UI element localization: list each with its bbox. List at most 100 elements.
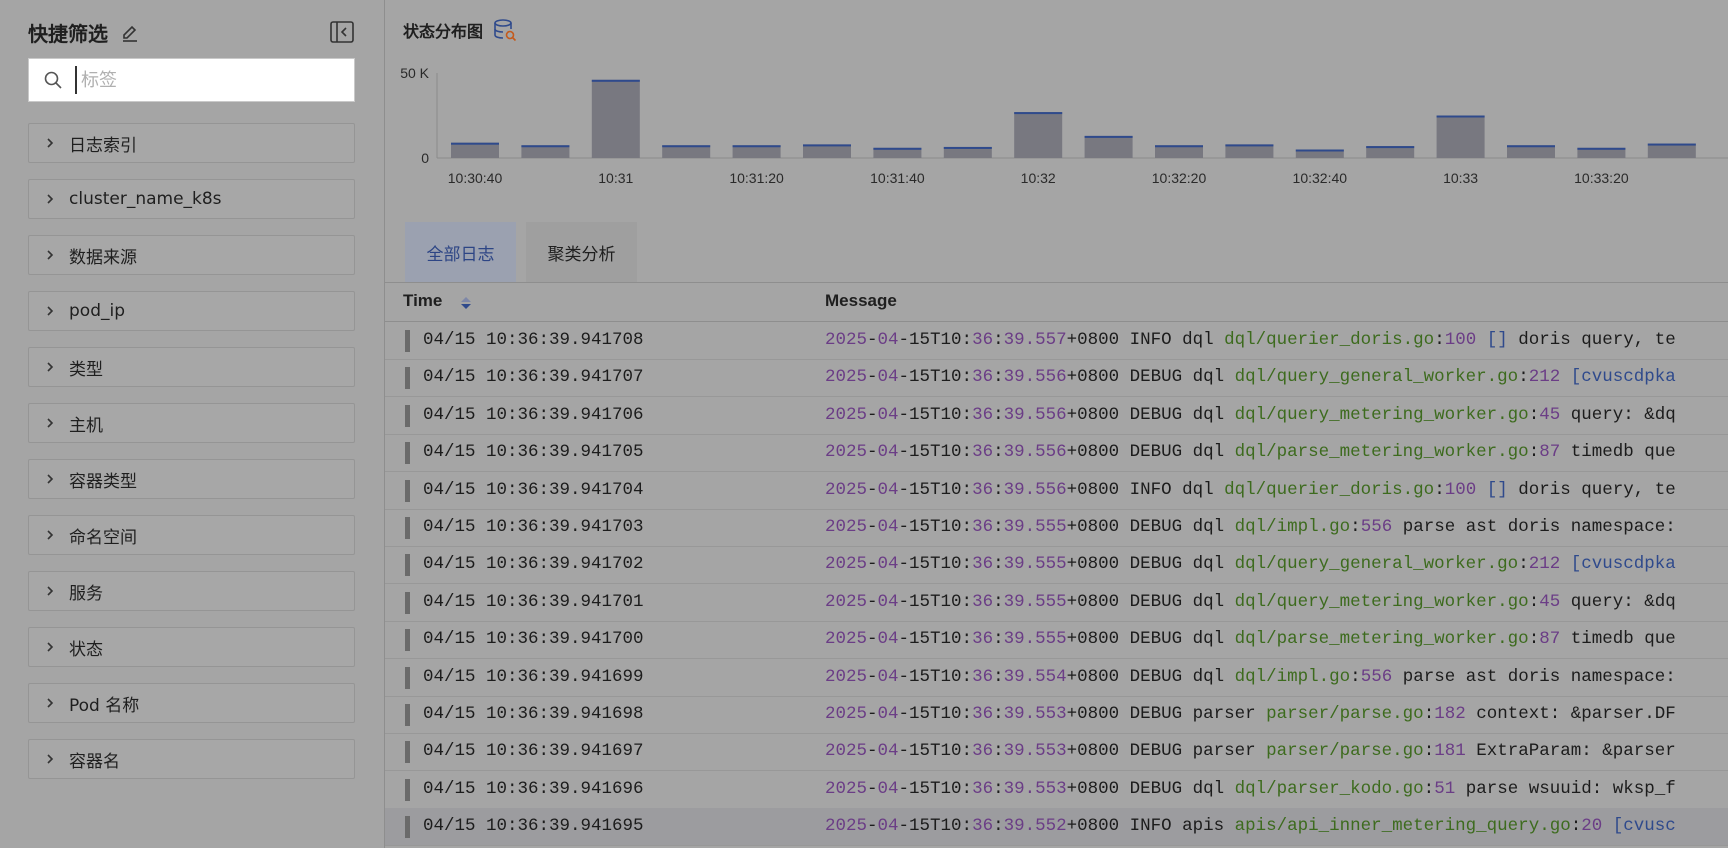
chart-bar[interactable] bbox=[803, 144, 851, 158]
log-message-segment: 2025 bbox=[825, 404, 868, 425]
filter-item[interactable]: 状态 bbox=[28, 627, 355, 667]
log-time: 04/15 10:36:39.941700 bbox=[423, 629, 644, 650]
filter-item-label: 日志索引 bbox=[69, 135, 137, 156]
chart-title: 状态分布图 bbox=[403, 22, 484, 41]
log-message-segment: 36 bbox=[972, 367, 994, 388]
main-panel: 状态分布图 50 K 0 10:30:40 10:31 10:31:20 10:31:40… bbox=[385, 0, 1728, 848]
log-message: 2025-04-15T10:36:39.556+0800 DEBUG dql d… bbox=[825, 405, 1676, 425]
filter-item[interactable]: 命名空间 bbox=[28, 515, 355, 555]
filter-item[interactable]: 主机 bbox=[28, 403, 355, 443]
log-message-segment: : bbox=[993, 330, 1004, 350]
log-message-segment: 39.555 bbox=[1003, 554, 1067, 575]
log-row[interactable]: 04/15 10:36:39.941702 2025-04-15T10:36:39… bbox=[385, 546, 1728, 585]
filter-item[interactable]: 日志索引 bbox=[28, 123, 355, 163]
log-message-segment: 39.553 bbox=[1003, 778, 1067, 799]
log-message-segment: 36 bbox=[972, 479, 994, 500]
log-message-segment: 2025 bbox=[825, 666, 868, 687]
chart-bar[interactable] bbox=[1436, 115, 1485, 159]
x-tick-label: 10:32:40 bbox=[1293, 170, 1348, 186]
log-message-segment: -15T10: bbox=[898, 704, 973, 724]
log-message-segment: -15T10: bbox=[898, 479, 973, 500]
log-message-segment: 36 bbox=[972, 704, 994, 724]
log-row[interactable]: 04/15 10:36:39.941698 2025-04-15T10:36:39… bbox=[385, 696, 1728, 734]
status-indicator bbox=[405, 479, 410, 502]
log-row[interactable]: 04/15 10:36:39.941695 2025-04-15T10:36:39… bbox=[385, 808, 1728, 847]
log-message-segment: apis/api_inner_metering_query.go bbox=[1234, 816, 1571, 837]
log-message-segment: : bbox=[993, 442, 1004, 463]
x-tick-label: 10:33:20 bbox=[1574, 170, 1629, 186]
chart-bar[interactable] bbox=[591, 79, 640, 158]
log-message-segment: 04 bbox=[877, 404, 899, 425]
log-message-segment: dql/query_general_worker.go bbox=[1234, 367, 1519, 388]
log-message-segment: 36 bbox=[972, 629, 994, 650]
log-message-segment: doris query, te bbox=[1507, 479, 1676, 500]
log-message-segment: : bbox=[1528, 591, 1540, 612]
tab-cluster-analysis[interactable]: 聚类分析 bbox=[526, 222, 637, 282]
log-row[interactable]: 04/15 10:36:39.941705 2025-04-15T10:36:39… bbox=[385, 434, 1728, 473]
y-tick-label: 0 bbox=[421, 150, 429, 166]
chart-bar[interactable] bbox=[451, 142, 499, 158]
log-message-segment: 87 bbox=[1539, 629, 1561, 650]
filter-item[interactable]: pod_ip bbox=[28, 291, 355, 331]
log-message-segment: -15T10: bbox=[898, 629, 973, 650]
filter-item[interactable]: 容器类型 bbox=[28, 459, 355, 499]
log-message-segment: [cvuscdpka bbox=[1560, 367, 1676, 388]
tag-search-input[interactable] bbox=[75, 66, 343, 94]
log-message-segment: dql/query_metering_worker.go bbox=[1234, 404, 1529, 425]
edit-icon[interactable] bbox=[120, 23, 140, 43]
log-message-segment: -15T10: bbox=[898, 330, 973, 350]
collapse-sidebar-icon[interactable] bbox=[330, 21, 354, 43]
log-message-segment: -15T10: bbox=[898, 741, 973, 762]
filter-item[interactable]: 服务 bbox=[28, 571, 355, 611]
log-message-segment: - bbox=[867, 778, 878, 799]
log-message-segment: +0800 DEBUG dql bbox=[1066, 442, 1235, 463]
sort-icon[interactable] bbox=[460, 295, 472, 311]
database-search-icon[interactable] bbox=[493, 18, 517, 42]
chart-bar[interactable] bbox=[1014, 112, 1063, 158]
x-tick-label: 10:31:40 bbox=[870, 170, 925, 186]
log-row[interactable]: 04/15 10:36:39.941700 2025-04-15T10:36:39… bbox=[385, 621, 1728, 660]
log-row[interactable]: 04/15 10:36:39.941707 2025-04-15T10:36:39… bbox=[385, 359, 1728, 398]
log-row[interactable]: 04/15 10:36:39.941696 2025-04-15T10:36:39… bbox=[385, 771, 1728, 809]
log-message-segment: 2025 bbox=[825, 479, 868, 500]
log-message-segment: 04 bbox=[877, 330, 899, 350]
log-message-segment: 04 bbox=[877, 554, 899, 575]
log-row[interactable]: 04/15 10:36:39.941701 2025-04-15T10:36:39… bbox=[385, 584, 1728, 622]
log-message-segment: +0800 DEBUG dql bbox=[1066, 778, 1235, 799]
log-message-segment: 36 bbox=[972, 442, 994, 463]
chart-bar[interactable] bbox=[1225, 144, 1274, 158]
filter-item-label: 服务 bbox=[69, 583, 103, 604]
chart-bar[interactable] bbox=[1084, 135, 1133, 158]
log-message-segment: 36 bbox=[972, 778, 994, 799]
filter-item[interactable]: cluster_name_k8s bbox=[28, 179, 355, 219]
sidebar-title: 快捷筛选 bbox=[28, 22, 108, 46]
log-time: 04/15 10:36:39.941701 bbox=[423, 591, 644, 612]
log-message-segment: 2025 bbox=[825, 629, 868, 650]
log-message-segment: dql/impl.go bbox=[1234, 666, 1351, 687]
chart-bar-top bbox=[1366, 146, 1415, 149]
log-row[interactable]: 04/15 10:36:39.941699 2025-04-15T10:36:39… bbox=[385, 659, 1728, 697]
chart-bar[interactable] bbox=[1647, 143, 1696, 158]
log-row[interactable]: 04/15 10:36:39.941704 2025-04-15T10:36:39… bbox=[385, 472, 1728, 510]
log-message-segment: 39.556 bbox=[1003, 367, 1067, 388]
log-message-segment: -15T10: bbox=[898, 404, 973, 425]
log-row[interactable]: 04/15 10:36:39.941703 2025-04-15T10:36:39… bbox=[385, 509, 1728, 547]
filter-item[interactable]: 数据来源 bbox=[28, 235, 355, 275]
log-message-segment: : bbox=[1528, 442, 1540, 463]
log-row[interactable]: 04/15 10:36:39.941708 2025-04-15T10:36:39… bbox=[385, 322, 1728, 360]
log-row[interactable]: 04/15 10:36:39.941697 2025-04-15T10:36:39… bbox=[385, 733, 1728, 772]
log-row[interactable]: 04/15 10:36:39.941706 2025-04-15T10:36:39… bbox=[385, 397, 1728, 435]
column-header-message: Message bbox=[825, 291, 897, 310]
log-message-segment: - bbox=[867, 479, 878, 500]
log-message-segment: 51 bbox=[1434, 778, 1456, 799]
filter-item[interactable]: Pod 名称 bbox=[28, 683, 355, 723]
log-message-segment: 04 bbox=[877, 704, 899, 724]
log-message-segment: 39.553 bbox=[1003, 704, 1067, 724]
filter-item-label: 数据来源 bbox=[69, 247, 137, 268]
column-header-time[interactable]: Time bbox=[403, 291, 442, 311]
log-message-segment: -15T10: bbox=[898, 554, 973, 575]
filter-item[interactable]: 类型 bbox=[28, 347, 355, 387]
log-message-segment: 2025 bbox=[825, 517, 868, 537]
filter-item[interactable]: 容器名 bbox=[28, 739, 355, 779]
tab-all-logs[interactable]: 全部日志 bbox=[405, 222, 516, 282]
